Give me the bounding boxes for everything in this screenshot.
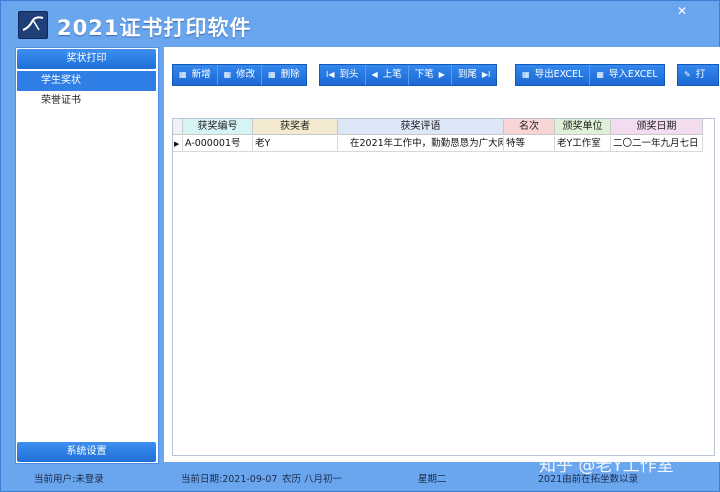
triangle-right-icon: ▶: [438, 70, 445, 79]
grid-icon: ▦: [596, 70, 604, 79]
toolbar-print-group: ✎ 打: [677, 64, 719, 86]
import-excel-label: 导入EXCEL: [608, 69, 658, 80]
row-indicator-header: [173, 119, 183, 135]
column-header-comment[interactable]: 获奖评语: [338, 119, 504, 135]
app-logo-icon: [18, 11, 48, 39]
table-cell-winner[interactable]: 老Y: [253, 136, 338, 152]
status-user: 当前用户:未登录: [34, 474, 104, 485]
table-cell-award-no[interactable]: A-000001号: [183, 136, 253, 152]
status-weekday: 星期二: [418, 474, 447, 485]
next-label: 下笔: [414, 69, 434, 80]
print-button[interactable]: ✎ 打: [678, 65, 711, 85]
toolbar-excel-group: ▦ 导出EXCEL ▦ 导入EXCEL: [515, 64, 665, 86]
pen-icon: ✎: [684, 70, 691, 79]
column-header-winner[interactable]: 获奖者: [253, 119, 338, 135]
records-table: 获奖编号 获奖者 获奖评语 名次 颁奖单位 颁奖日期 ▶ A-000001号 老…: [172, 118, 715, 456]
toolbar-nav-group: I◀ 到头 ◀ 上笔 下笔 ▶ 到尾 ▶I: [319, 64, 498, 86]
triangle-left-icon: ◀: [371, 70, 378, 79]
add-button[interactable]: ▦ 新增: [173, 65, 218, 85]
print-label: 打: [695, 69, 706, 80]
edit-button[interactable]: ▦ 修改: [218, 65, 263, 85]
row-selected-icon[interactable]: ▶: [173, 136, 183, 152]
delete-label: 删除: [280, 69, 300, 80]
toolbar-edit-group: ▦ 新增 ▦ 修改 ▦ 删除: [172, 64, 307, 86]
sidebar: 奖状打印 学生奖状 荣誉证书 系统设置: [15, 47, 159, 464]
skip-last-icon: ▶I: [481, 70, 491, 79]
grid-icon: ▦: [223, 70, 232, 79]
export-excel-label: 导出EXCEL: [534, 69, 584, 80]
first-record-button[interactable]: I◀ 到头: [320, 65, 366, 85]
sidebar-item-honor-certificate[interactable]: 荣誉证书: [17, 91, 156, 111]
next-record-button[interactable]: 下笔 ▶: [409, 65, 452, 85]
sidebar-footer-settings[interactable]: 系统设置: [17, 442, 156, 462]
delete-button[interactable]: ▦ 删除: [262, 65, 306, 85]
first-label: 到头: [339, 69, 359, 80]
export-excel-button[interactable]: ▦ 导出EXCEL: [516, 65, 591, 85]
close-icon[interactable]: ✕: [673, 3, 691, 19]
sidebar-item-student-award[interactable]: 学生奖状: [17, 71, 156, 91]
table-cell-comment[interactable]: 在2021年工作中，勤勤恳恳为广大网: [338, 136, 504, 152]
import-excel-button[interactable]: ▦ 导入EXCEL: [590, 65, 663, 85]
column-header-issuer[interactable]: 颁奖单位: [555, 119, 611, 135]
app-window: 2021证书打印软件 ✕ 奖状打印 学生奖状 荣誉证书 系统设置 ▦ 新增 ▦ 修改…: [0, 0, 720, 492]
table-cell-rank[interactable]: 特等: [504, 136, 555, 152]
sidebar-header-award-print[interactable]: 奖状打印: [17, 49, 156, 69]
prev-label: 上笔: [382, 69, 402, 80]
app-title: 2021证书打印软件: [57, 16, 252, 40]
table-cell-date[interactable]: 二〇二一年九月七日: [611, 136, 703, 152]
edit-label: 修改: [236, 69, 256, 80]
grid-icon: ▦: [268, 70, 276, 79]
grid-icon: ▦: [179, 70, 187, 79]
column-header-date[interactable]: 颁奖日期: [611, 119, 703, 135]
skip-first-icon: I◀: [326, 70, 335, 79]
grid-icon: ▦: [522, 70, 530, 79]
last-label: 到尾: [457, 69, 477, 80]
prev-record-button[interactable]: ◀ 上笔: [366, 65, 409, 85]
main-panel: ▦ 新增 ▦ 修改 ▦ 删除 I◀ 到头 ◀ 上笔 下笔 ▶ 到尾 ▶I ▦ 导出EXCEL ▦…: [164, 47, 720, 462]
title-bar: 2021证书打印软件 ✕: [1, 1, 719, 45]
status-lunar: 农历 八月初一: [282, 474, 343, 485]
last-record-button[interactable]: 到尾 ▶I: [452, 65, 497, 85]
column-header-rank[interactable]: 名次: [504, 119, 555, 135]
status-date: 当前日期:2021-09-07: [181, 474, 278, 485]
table-cell-issuer[interactable]: 老Y工作室: [555, 136, 611, 152]
watermark: 知乎 @老Y工作室: [539, 456, 674, 476]
add-label: 新增: [191, 69, 211, 80]
column-header-award-no[interactable]: 获奖编号: [183, 119, 253, 135]
